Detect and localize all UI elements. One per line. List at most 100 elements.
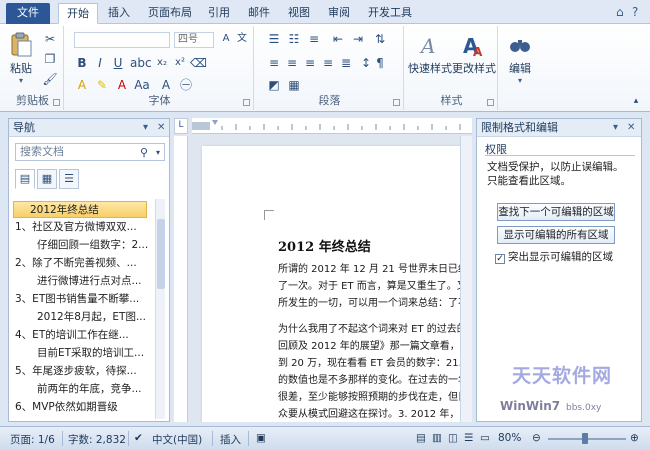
status-bar: 页面: 1/6 字数: 2,832 ✔ 中文(中国) 插入 ▣ ▤ ▥ ◫ ☰ … xyxy=(0,426,650,450)
list-item[interactable]: 2012年终总结 xyxy=(13,201,147,218)
pane-options-icon[interactable]: ▾ xyxy=(613,119,618,137)
show-marks-icon[interactable]: ¶ xyxy=(372,56,388,72)
list-item[interactable]: 6、MVP依然如期晋级 xyxy=(13,399,153,416)
document-scrollbar[interactable] xyxy=(460,136,472,422)
font-name-combo[interactable] xyxy=(74,32,170,48)
zoom-level[interactable]: 80% xyxy=(498,432,521,444)
paste-dropdown-icon[interactable]: ▾ xyxy=(6,76,36,85)
font-size-combo[interactable]: 四号 xyxy=(174,32,214,48)
superscript-icon[interactable]: x² xyxy=(172,56,188,72)
nav-scrollbar[interactable] xyxy=(155,199,165,419)
change-styles-button[interactable]: A A 更改样式 xyxy=(452,32,496,76)
web-layout-view-icon[interactable]: ◫ xyxy=(448,432,458,444)
list-item[interactable]: 1、社区及官方微博双双... xyxy=(13,219,153,236)
browse-pages-tab-icon[interactable]: ▦ xyxy=(37,169,57,189)
justify-icon[interactable]: ≡ xyxy=(320,56,336,72)
tab-references[interactable]: 引用 xyxy=(200,3,238,24)
sort-icon[interactable]: ⇅ xyxy=(372,32,388,48)
navigation-pane: 导航 ▾ ✕ 搜索文档 ⚲ ▾ ▤ ▦ ☰ 2012年终总结 1、社区及官方微博… xyxy=(8,118,170,422)
cut-icon[interactable]: ✂ xyxy=(42,32,58,48)
multilevel-list-icon[interactable]: ≡ xyxy=(306,32,322,48)
checkbox-checked-icon[interactable]: ✓ xyxy=(495,254,505,264)
find-next-editable-region-button[interactable]: 查找下一个可编辑的区域 xyxy=(497,203,615,221)
phonetic-guide-icon[interactable]: 文 xyxy=(234,32,250,48)
collapse-ribbon-icon[interactable]: ▴ xyxy=(628,94,644,110)
bullets-icon[interactable]: ☰ xyxy=(266,32,282,48)
browse-headings-tab-icon[interactable]: ▤ xyxy=(15,169,35,189)
tab-page-layout[interactable]: 页面布局 xyxy=(140,3,200,24)
list-item[interactable]: 前两年的年底，竞争... xyxy=(13,381,153,398)
align-left-icon[interactable]: ≡ xyxy=(266,56,282,72)
show-all-editable-regions-button[interactable]: 显示可编辑的所有区域 xyxy=(497,226,615,244)
print-layout-view-icon[interactable]: ▤ xyxy=(416,432,426,444)
list-item[interactable]: 目前ET采取的培训工... xyxy=(13,345,153,362)
outline-view-icon[interactable]: ☰ xyxy=(464,432,473,444)
bold-icon[interactable]: B xyxy=(74,56,90,72)
distributed-icon[interactable]: ≣ xyxy=(338,56,354,72)
language-indicator[interactable]: 中文(中国) xyxy=(152,432,202,447)
tab-review[interactable]: 审阅 xyxy=(320,3,358,24)
quick-styles-button[interactable]: A 快速样式 xyxy=(408,32,452,76)
horizontal-ruler[interactable] xyxy=(192,118,472,134)
tab-file[interactable]: 文件 xyxy=(6,3,50,24)
pane-options-icon[interactable]: ▾ xyxy=(143,119,148,137)
subscript-icon[interactable]: x₂ xyxy=(154,56,170,72)
draft-view-icon[interactable]: ▭ xyxy=(480,432,490,444)
clear-formatting-icon[interactable]: ⌫ xyxy=(190,56,207,72)
tab-insert[interactable]: 插入 xyxy=(100,3,138,24)
increase-indent-icon[interactable]: ⇥ xyxy=(350,32,366,48)
tab-mailings[interactable]: 邮件 xyxy=(240,3,278,24)
dialog-launcher-icon[interactable] xyxy=(393,99,400,106)
align-center-icon[interactable]: ≡ xyxy=(284,56,300,72)
decrease-indent-icon[interactable]: ⇤ xyxy=(330,32,346,48)
close-icon[interactable]: ✕ xyxy=(627,119,635,137)
tab-home[interactable]: 开始 xyxy=(58,3,98,24)
proofing-icon[interactable]: ✔ xyxy=(134,432,143,444)
svg-text:A: A xyxy=(473,45,483,58)
browse-results-tab-icon[interactable]: ☰ xyxy=(59,169,79,189)
editing-dropdown-icon[interactable]: ▾ xyxy=(502,76,538,85)
scrollbar-thumb[interactable] xyxy=(157,219,165,289)
help-icon[interactable]: ? xyxy=(632,5,638,19)
word-count[interactable]: 字数: 2,832 xyxy=(68,432,126,447)
italic-icon[interactable]: I xyxy=(92,56,108,72)
dialog-launcher-icon[interactable] xyxy=(243,99,250,106)
document-line: 所谓的 2012 年 12 月 21 号世界末日已经过了 xyxy=(278,264,472,275)
close-icon[interactable]: ✕ xyxy=(157,119,165,137)
copy-icon[interactable]: ❐ xyxy=(42,52,58,68)
document-page[interactable]: 2012 年终总结 所谓的 2012 年 12 月 21 号世界末日已经过了 了… xyxy=(202,146,472,422)
underline-icon[interactable]: U xyxy=(110,56,126,72)
highlight-editable-regions-checkbox[interactable]: ✓ 突出显示可编辑的区域 xyxy=(495,249,613,264)
align-right-icon[interactable]: ≡ xyxy=(302,56,318,72)
list-item[interactable]: 3、ET图书销售量不断攀... xyxy=(13,291,153,308)
tab-view[interactable]: 视图 xyxy=(280,3,318,24)
grow-font-icon[interactable]: A xyxy=(218,32,234,48)
numbering-icon[interactable]: ☷ xyxy=(286,32,302,48)
macro-record-icon[interactable]: ▣ xyxy=(256,432,266,444)
list-item[interactable]: 4、ET的培训工作在继... xyxy=(13,327,153,344)
format-painter-icon[interactable]: 🖌 xyxy=(42,72,58,88)
tab-stop-selector-icon[interactable]: L xyxy=(174,118,188,134)
search-dropdown-icon[interactable]: ▾ xyxy=(156,145,160,161)
minimize-ribbon-icon[interactable]: ⌂ xyxy=(616,5,624,19)
editing-button[interactable]: 编辑 ▾ xyxy=(502,32,538,85)
tab-developer[interactable]: 开发工具 xyxy=(360,3,420,24)
dialog-launcher-icon[interactable] xyxy=(487,99,494,106)
full-screen-view-icon[interactable]: ▥ xyxy=(432,432,442,444)
zoom-in-icon[interactable]: ⊕ xyxy=(630,432,639,444)
vertical-ruler[interactable] xyxy=(174,136,188,422)
page-indicator[interactable]: 页面: 1/6 xyxy=(10,432,55,447)
strikethrough-icon[interactable]: abc xyxy=(130,56,152,72)
list-item[interactable]: 进行微博进行点对点... xyxy=(13,273,153,290)
paste-button[interactable]: 粘贴 ▾ xyxy=(6,32,36,85)
list-item[interactable]: 5、年尾逐步疲软，待探... xyxy=(13,363,153,380)
list-item[interactable]: 2012年8月起，ET图... xyxy=(13,309,153,326)
insert-mode-indicator[interactable]: 插入 xyxy=(220,432,241,447)
list-item[interactable]: 2、除了不断完善视频、... xyxy=(13,255,153,272)
list-item[interactable]: 仔细回顾一组数字：2... xyxy=(13,237,153,254)
nav-search-input[interactable]: 搜索文档 ⚲ ▾ xyxy=(15,143,165,161)
zoom-slider-handle[interactable] xyxy=(582,433,588,444)
search-icon[interactable]: ⚲ xyxy=(140,145,148,161)
dialog-launcher-icon[interactable] xyxy=(53,99,60,106)
zoom-out-icon[interactable]: ⊖ xyxy=(532,432,541,444)
